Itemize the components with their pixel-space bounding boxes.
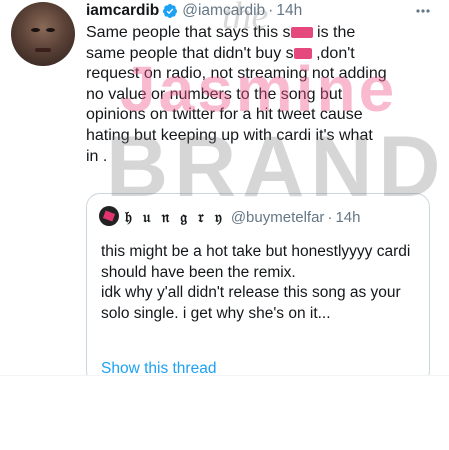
tweet-text-fragment: is the (312, 24, 356, 41)
tweet-timestamp[interactable]: 14h (276, 2, 302, 20)
profile-avatar[interactable] (11, 2, 75, 66)
quoted-header: 𝔥 𝔲 𝔫 𝔤 𝔯 𝔶 @buymetelfar · 14h (125, 208, 360, 226)
tweet-card: iamcardib @iamcardib · 14h Same people t… (0, 0, 449, 385)
more-options-icon[interactable] (415, 4, 431, 18)
quoted-display-name[interactable]: 𝔥 𝔲 𝔫 𝔤 𝔯 𝔶 (125, 208, 225, 226)
tweet-text-line: request on radio, not streaming not addi… (86, 65, 387, 83)
tweet-text-fragment: Same people that says this s (86, 24, 291, 41)
quoted-text: this might be a hot take but honestlyyyy… (101, 242, 423, 324)
tweet-text-line: opinions on twitter for a hit tweet caus… (86, 106, 363, 124)
quoted-timestamp[interactable]: 14h (335, 209, 360, 226)
censor-mark (290, 27, 313, 39)
tweet-text-fragment: same people that didn't buy s (86, 44, 294, 62)
verified-badge-icon (163, 4, 178, 18)
quoted-handle[interactable]: @buymetelfar (231, 209, 325, 226)
quoted-paragraph: this might be a hot take but honestlyyyy… (101, 243, 411, 281)
tweet-header: iamcardib @iamcardib · 14h (86, 1, 302, 21)
tweet-text-line: no value or numbers to the song but (86, 85, 343, 103)
tweet-text-line: hating but keeping up with cardi it's wh… (86, 126, 373, 144)
quoted-paragraph: idk why y'all didn't release this song a… (101, 284, 401, 322)
quoted-avatar[interactable] (99, 206, 119, 226)
censor-mark (293, 47, 312, 59)
display-name[interactable]: iamcardib (86, 2, 159, 20)
tweet-text-line: in . (86, 147, 108, 165)
tweet-text-fragment: ,don't (311, 44, 355, 62)
quoted-tweet[interactable]: 𝔥 𝔲 𝔫 𝔤 𝔯 𝔶 @buymetelfar · 14h this migh… (86, 193, 430, 385)
separator-dot: · (268, 2, 274, 19)
user-handle[interactable]: @iamcardib (182, 2, 265, 20)
separator-dot: · (327, 208, 333, 226)
blank-area (0, 375, 449, 450)
tweet-text: Same people that says this s is the same… (86, 23, 436, 167)
